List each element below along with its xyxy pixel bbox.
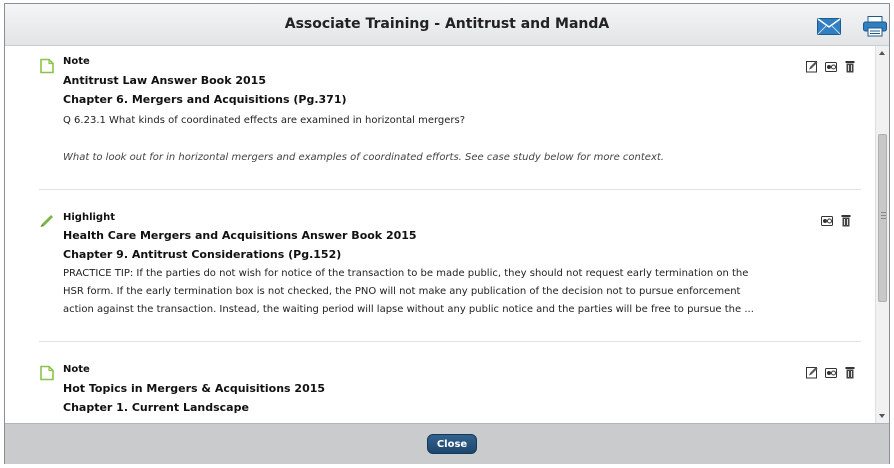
chapter-title: Chapter 9. Antitrust Considerations (Pg.… bbox=[63, 248, 342, 261]
mail-icon[interactable] bbox=[817, 18, 841, 35]
delete-icon[interactable] bbox=[844, 366, 856, 379]
quote-line: PRACTICE TIP: If the parties do not wish… bbox=[63, 268, 749, 279]
book-title: Antitrust Law Answer Book 2015 bbox=[63, 74, 266, 87]
book-title: Health Care Mergers and Acquisitions Ans… bbox=[63, 229, 417, 242]
entry-actions bbox=[806, 60, 858, 74]
view-icon[interactable] bbox=[825, 60, 838, 73]
title-bar: Associate Training - Antitrust and MandA bbox=[5, 4, 889, 46]
scroll-up-arrow-icon[interactable] bbox=[879, 51, 885, 55]
entry-actions bbox=[821, 214, 854, 228]
vertical-scrollbar[interactable] bbox=[875, 46, 889, 423]
book-title: Hot Topics in Mergers & Acquisitions 201… bbox=[63, 382, 326, 395]
scroll-down-arrow-icon[interactable] bbox=[879, 414, 885, 418]
divider bbox=[39, 341, 861, 342]
quote-text: PRACTICE TIP: If the parties do not wish… bbox=[63, 265, 783, 319]
view-icon[interactable] bbox=[825, 366, 838, 379]
annotations-list[interactable]: Note Antitrust Law Answer Book 2015 Chap… bbox=[5, 46, 875, 423]
dialog-footer: Close bbox=[5, 423, 889, 464]
grip-line bbox=[881, 212, 886, 213]
close-button[interactable]: Close bbox=[427, 434, 477, 454]
divider bbox=[39, 189, 861, 190]
edit-icon[interactable] bbox=[806, 60, 818, 73]
chapter-title: Chapter 1. Current Landscape bbox=[63, 401, 249, 414]
quote-line: action against the transaction. Instead,… bbox=[63, 304, 754, 315]
scrollbar-thumb[interactable] bbox=[878, 134, 887, 302]
grip-line bbox=[881, 218, 886, 219]
entry-type: Highlight bbox=[63, 212, 115, 223]
highlighter-icon bbox=[40, 215, 53, 227]
quote-line: HSR form. If the early termination box i… bbox=[63, 286, 741, 297]
edit-icon[interactable] bbox=[806, 366, 818, 379]
dialog-window: Associate Training - Antitrust and MandA… bbox=[4, 3, 890, 464]
note-icon bbox=[40, 365, 54, 381]
printer-icon[interactable] bbox=[863, 16, 887, 37]
entry-type: Note bbox=[63, 364, 90, 375]
dialog-title: Associate Training - Antitrust and MandA bbox=[284, 16, 610, 32]
delete-icon[interactable] bbox=[840, 214, 852, 227]
list-item: Note Hot Topics in Mergers & Acquisition… bbox=[5, 353, 875, 423]
entry-actions bbox=[806, 366, 858, 380]
entry-type: Note bbox=[63, 56, 90, 67]
grip-line bbox=[881, 215, 886, 216]
quote-line: Q 6.23.1 What kinds of coordinated effec… bbox=[63, 115, 466, 126]
delete-icon[interactable] bbox=[844, 60, 856, 73]
list-item: Highlight Health Care Mergers and Acquis… bbox=[5, 201, 875, 341]
note-comment: What to look out for in horizontal merge… bbox=[63, 152, 664, 163]
list-item: Note Antitrust Law Answer Book 2015 Chap… bbox=[5, 46, 875, 191]
quote-text: Q 6.23.1 What kinds of coordinated effec… bbox=[63, 112, 783, 130]
chapter-title: Chapter 6. Mergers and Acquisitions (Pg.… bbox=[63, 93, 347, 106]
view-icon[interactable] bbox=[821, 214, 833, 227]
note-icon bbox=[40, 58, 54, 74]
